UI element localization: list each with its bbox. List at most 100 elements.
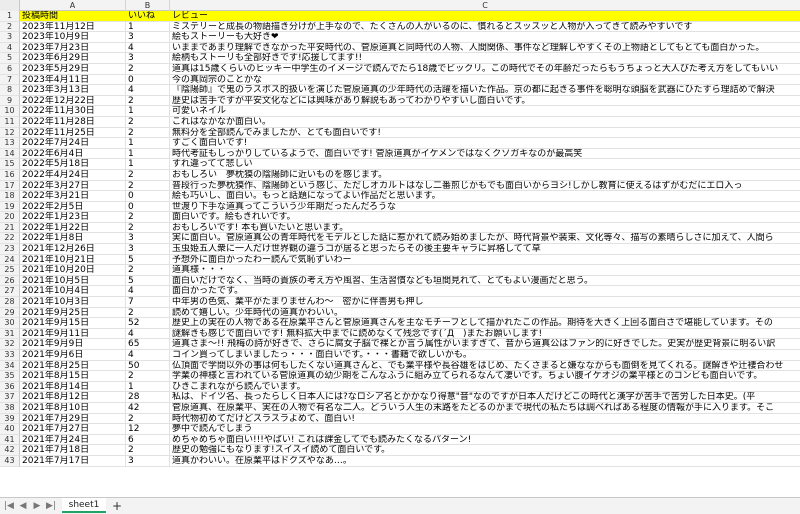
cell-post-time[interactable]: 2021年12月26日 — [20, 244, 126, 255]
row-number[interactable]: 21 — [0, 222, 20, 234]
row-number[interactable]: 33 — [0, 350, 20, 361]
cell-post-time[interactable]: 2023年6月29日 — [20, 53, 126, 64]
column-header-a[interactable]: A — [20, 0, 126, 11]
row-number[interactable]: 26 — [0, 275, 20, 287]
cell-review[interactable]: 絵柄もストーリも全部好きです!応援してます!! — [170, 53, 800, 64]
cell-likes[interactable]: 4 — [126, 328, 170, 340]
cell-likes[interactable]: 50 — [126, 360, 170, 372]
cell-post-time[interactable]: 2022年11月30日 — [20, 106, 126, 117]
row-number[interactable]: 34 — [0, 360, 20, 372]
cell-review[interactable]: 中年男の色気、業平がたまりませんわ〜 密かに伴善男も押し — [170, 297, 800, 308]
cell-review[interactable]: 面白かったです。 — [170, 286, 800, 298]
cell-post-time[interactable]: 2021年10月21日 — [20, 254, 126, 266]
cell-review[interactable]: ミステリーと成長の物語描き分けが上手なので、たくさんの人がいるのに、慣れるとスッ… — [170, 22, 800, 33]
cell-post-time[interactable]: 2022年12月22日 — [20, 95, 126, 107]
cell-review[interactable]: 実に面白い。菅原道真公の青年時代をモデルとした話に惹かれて読み始めましたが、時代… — [170, 233, 800, 245]
row-number[interactable]: 24 — [0, 254, 20, 266]
cell-likes[interactable]: 42 — [126, 402, 170, 414]
row-number[interactable]: 12 — [0, 127, 20, 139]
cell-post-time[interactable]: 2023年11月12日 — [20, 21, 126, 33]
row-number[interactable]: 43 — [0, 455, 20, 467]
cell-likes[interactable]: 3 — [126, 32, 170, 43]
cell-likes[interactable]: 1 — [126, 106, 170, 117]
cell-post-time[interactable]: 2022年11月28日 — [20, 116, 126, 128]
cell-likes[interactable]: 2 — [126, 307, 170, 319]
sheet-tab-sheet1[interactable]: sheet1 — [62, 498, 106, 513]
cell-likes[interactable]: 3 — [126, 53, 170, 64]
cell-post-time[interactable]: 2021年7月27日 — [20, 424, 126, 435]
row-number[interactable]: 32 — [0, 339, 20, 350]
row-number[interactable]: 41 — [0, 434, 20, 446]
cell-likes[interactable]: 2 — [126, 127, 170, 139]
row-number[interactable]: 3 — [0, 32, 20, 43]
cell-post-time[interactable]: 2023年10月9日 — [20, 32, 126, 43]
row-number[interactable]: 10 — [0, 106, 20, 117]
row-number[interactable]: 20 — [0, 212, 20, 223]
cell-post-time[interactable]: 2022年3月21日 — [20, 191, 126, 202]
cell-likes[interactable]: 6 — [126, 434, 170, 446]
cell-likes[interactable]: 2 — [126, 265, 170, 276]
row-number[interactable]: 19 — [0, 201, 20, 213]
cell-review[interactable]: 絵もストーリーも大好き❤ — [170, 32, 800, 43]
cell-review[interactable]: 『陰陽師』で鬼のラスボス的扱いを演じた菅原道真の少年時代の活躍を描いた作品。京の… — [170, 85, 800, 96]
cell-post-time[interactable]: 2021年10月4日 — [20, 286, 126, 298]
cell-review[interactable]: 普段行った夢枕獏作、陰陽師という感じ、ただしオカルトはなし二番煎じかもでも面白い… — [170, 181, 800, 192]
cell-review[interactable]: 面白いだけでなく、当時の貴族の考え方や風習、生活習慣なども垣間見れて、とてもよい… — [170, 276, 800, 287]
cell-review[interactable]: 可愛いネイル — [170, 106, 800, 117]
cell-post-time[interactable]: 2023年3月13日 — [20, 85, 126, 96]
row-number[interactable]: 11 — [0, 116, 20, 128]
cell-review[interactable]: 歴史の勉強にもなります!スイスイ読めて面白いです。 — [170, 445, 800, 456]
cell-review[interactable]: 道真様・・・ — [170, 265, 800, 276]
row-number[interactable]: 25 — [0, 265, 20, 276]
cell-post-time[interactable]: 2021年9月9日 — [20, 339, 126, 350]
cell-review[interactable]: おもしろい 夢枕獏の陰陽師に近いものを感じます。 — [170, 170, 800, 181]
cell-post-time[interactable]: 2022年11月25日 — [20, 127, 126, 139]
cell-review[interactable]: これはなかなか面白い。 — [170, 117, 800, 128]
cell-review[interactable]: めちゃめちゃ面白い!!!やばい! これは課金してでも読みたくなるパターン! — [170, 435, 800, 446]
cell-post-time[interactable]: 2021年10月5日 — [20, 275, 126, 287]
row-number[interactable]: 13 — [0, 138, 20, 149]
cell-review[interactable]: 仏頂面で学問以外の事は何もしたくない道真さんと、でも業平様や長谷雄をはじめ、たく… — [170, 361, 800, 372]
row-number[interactable]: 1 — [0, 11, 20, 22]
row-number[interactable]: 16 — [0, 169, 20, 181]
cell-likes[interactable]: 2 — [126, 212, 170, 223]
last-sheet-icon[interactable]: ▶| — [45, 500, 57, 512]
cell-likes[interactable]: 0 — [126, 201, 170, 213]
cell-likes[interactable]: 3 — [126, 244, 170, 255]
cell-review[interactable]: 歴史は苦手ですが平安文化などには興味があり解説もあってわかりやすいし面白いです。 — [170, 96, 800, 107]
cell-post-time[interactable]: 2021年7月17日 — [20, 455, 126, 467]
row-number[interactable]: 36 — [0, 381, 20, 393]
cell-review[interactable]: 道真さま〜!! 飛梅の詩が好きで、さらに腐女子脳で裸とか言う属性がいますぎて、音… — [170, 339, 800, 350]
cell-likes[interactable]: 1 — [126, 138, 170, 149]
row-number[interactable]: 7 — [0, 74, 20, 86]
cell-likes[interactable]: 2 — [126, 445, 170, 456]
cell-likes[interactable]: 7 — [126, 297, 170, 308]
cell-review[interactable]: 読めて嬉しい。少年時代の道真かわいい。 — [170, 308, 800, 319]
cell-post-time[interactable]: 2022年1月22日 — [20, 222, 126, 234]
cell-review[interactable]: いままであまり理解できなかった平安時代の、菅原道真と同時代の人物、人間関係、事件… — [170, 43, 800, 54]
row-number[interactable]: 30 — [0, 318, 20, 329]
row-number[interactable]: 5 — [0, 53, 20, 64]
cell-post-time[interactable]: 2021年9月11日 — [20, 328, 126, 340]
cell-likes[interactable]: 2 — [126, 371, 170, 382]
cell-likes[interactable]: 3 — [126, 233, 170, 245]
header-cell-review[interactable]: レビュー — [170, 11, 800, 22]
cell-likes[interactable]: 0 — [126, 191, 170, 202]
cell-post-time[interactable]: 2022年6月4日 — [20, 148, 126, 160]
cell-likes[interactable]: 1 — [126, 21, 170, 33]
row-number[interactable]: 15 — [0, 159, 20, 170]
cell-likes[interactable]: 28 — [126, 392, 170, 403]
row-number[interactable]: 9 — [0, 95, 20, 107]
cell-post-time[interactable]: 2022年4月24日 — [20, 169, 126, 181]
cell-post-time[interactable]: 2021年7月29日 — [20, 413, 126, 425]
cell-post-time[interactable]: 2021年10月3日 — [20, 297, 126, 308]
cell-post-time[interactable]: 2022年1月23日 — [20, 212, 126, 223]
cell-post-time[interactable]: 2021年8月14日 — [20, 381, 126, 393]
row-number[interactable]: 37 — [0, 392, 20, 403]
cell-likes[interactable]: 52 — [126, 318, 170, 329]
cell-post-time[interactable]: 2023年5月29日 — [20, 63, 126, 75]
cell-review[interactable]: 今の真岡宗のことかな — [170, 75, 800, 86]
select-all-corner[interactable] — [0, 0, 20, 11]
cell-post-time[interactable]: 2022年2月5日 — [20, 201, 126, 213]
cell-post-time[interactable]: 2021年7月18日 — [20, 445, 126, 456]
